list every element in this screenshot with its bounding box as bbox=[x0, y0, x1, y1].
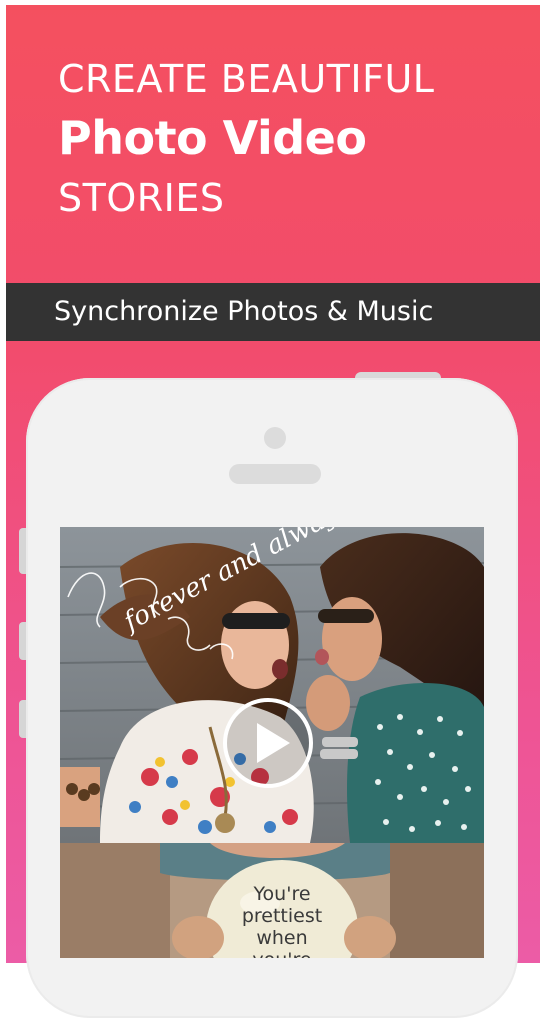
phone-speaker bbox=[229, 464, 321, 484]
headline-line-1: CREATE BEAUTIFUL bbox=[58, 57, 435, 101]
headline-line-3: STORIES bbox=[58, 176, 225, 220]
video-thumbnail[interactable]: forever and always bbox=[60, 527, 484, 843]
headline: CREATE BEAUTIFUL Photo Video STORIES bbox=[58, 51, 434, 227]
feature-banner: Synchronize Photos & Music bbox=[6, 283, 540, 341]
photo-two-girls: forever and always bbox=[60, 527, 484, 843]
headline-line-2: Photo Video bbox=[58, 111, 367, 165]
balloon-sign-text: You're prettiest when you're bbox=[241, 883, 323, 958]
second-photo[interactable]: You're prettiest when you're bbox=[60, 843, 484, 958]
play-icon[interactable] bbox=[222, 697, 314, 789]
phone-camera bbox=[264, 427, 286, 449]
phone-screen: forever and always You're prettiest when… bbox=[60, 527, 484, 958]
